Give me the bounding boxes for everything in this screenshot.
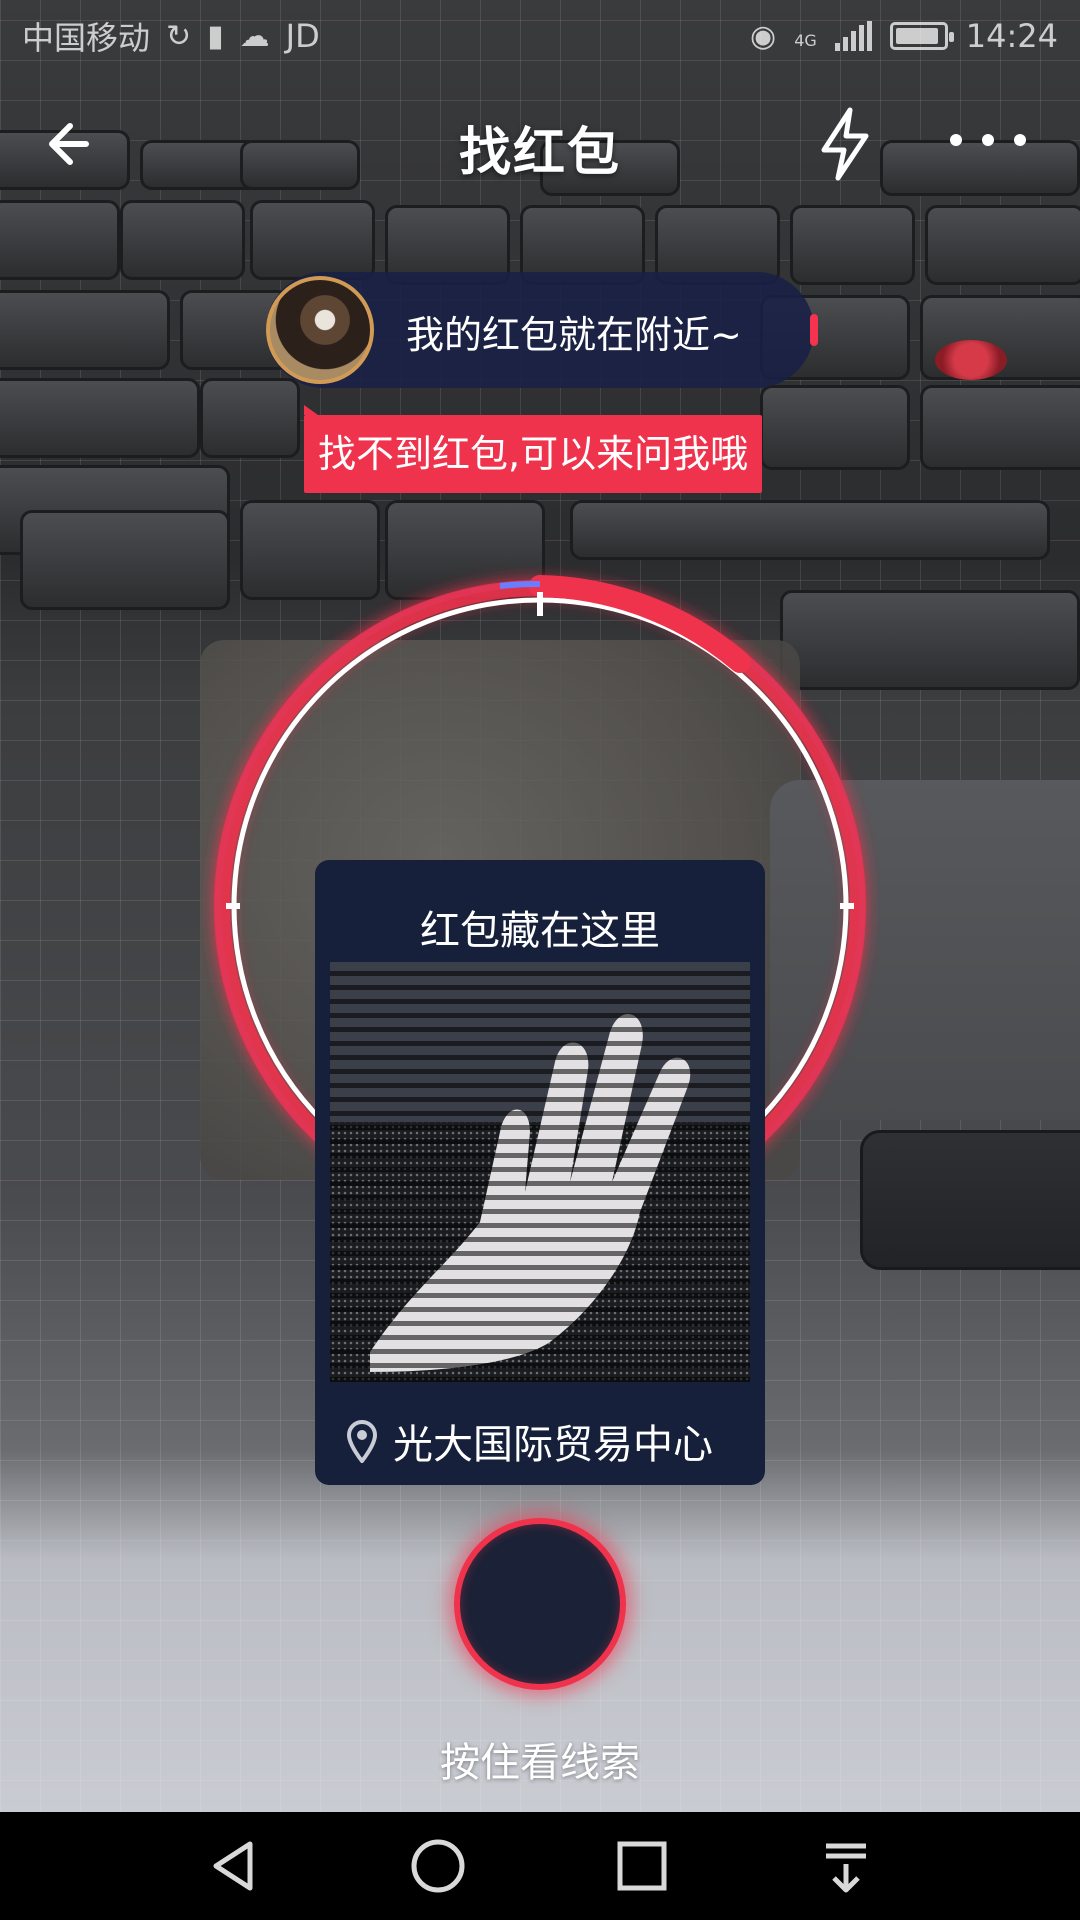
clue-image (330, 962, 750, 1382)
header: 找红包 (0, 100, 1080, 190)
trackpad-button (860, 1130, 1080, 1270)
more-horizontal-icon (950, 134, 962, 146)
status-bar: 中国移动 ↻ ▮ ☁ JD ◉ 4G 14:24 (0, 0, 1080, 72)
wechat-icon: ☁ (239, 18, 270, 54)
eye-icon: ◉ (750, 18, 777, 54)
trackpoint (935, 340, 1007, 380)
keyboard-key (920, 385, 1080, 470)
carrier-label: 中国移动 (22, 19, 151, 57)
keyboard-key (0, 200, 120, 280)
hold-label: 按住看线索 (440, 1740, 640, 1786)
recents-square-icon (617, 1841, 667, 1891)
assistant-bubble[interactable]: 我的红包就在附近~ (266, 272, 818, 388)
lightning-icon (821, 107, 869, 181)
assistant-message: 我的红包就在附近~ (406, 313, 742, 357)
nav-recents-button[interactable] (610, 1834, 674, 1898)
hold-to-view-clue-button[interactable] (454, 1518, 626, 1690)
location-pin-icon (346, 1420, 378, 1463)
clue-location: 光大国际贸易中心 (345, 1412, 713, 1470)
page-title: 找红包 (458, 123, 621, 183)
clock: 14:24 (965, 17, 1058, 55)
flash-button[interactable] (810, 106, 880, 182)
keyboard-key (0, 378, 200, 458)
network-label: 4G (794, 31, 817, 50)
notification-icon: ▮ (207, 18, 224, 54)
nav-home-button[interactable] (406, 1834, 470, 1898)
system-nav-bar (0, 1812, 1080, 1920)
avatar (266, 276, 374, 384)
keyboard-key (120, 200, 245, 280)
battery-icon (889, 22, 954, 50)
hand-photo (330, 962, 750, 1382)
keyboard-key (250, 200, 375, 280)
keyboard-key (0, 290, 170, 370)
keyboard-key (20, 510, 230, 610)
clue-title: 红包藏在这里 (420, 908, 660, 954)
bubble-accent (810, 314, 818, 346)
keyboard-key (200, 378, 300, 458)
jd-label: JD (285, 17, 320, 55)
hint-tag[interactable]: 找不到红包,可以来问我哦 (304, 405, 763, 493)
home-circle-icon (411, 1839, 465, 1893)
clue-card: 红包藏在这里 光大国际贸易中心 (315, 860, 765, 1485)
notification-pull-icon (826, 1843, 866, 1893)
nav-notification-button[interactable] (814, 1834, 878, 1898)
back-triangle-icon (213, 1841, 253, 1891)
keyboard-key (790, 205, 915, 285)
keyboard-key (570, 500, 1050, 560)
signal-icon (834, 21, 872, 51)
weibo-icon: ↻ (166, 18, 192, 54)
location-name: 光大国际贸易中心 (393, 1422, 713, 1468)
keyboard-key (925, 205, 1080, 285)
keyboard-key (760, 385, 910, 470)
nav-back-button[interactable] (202, 1834, 266, 1898)
more-button[interactable] (950, 120, 1026, 160)
